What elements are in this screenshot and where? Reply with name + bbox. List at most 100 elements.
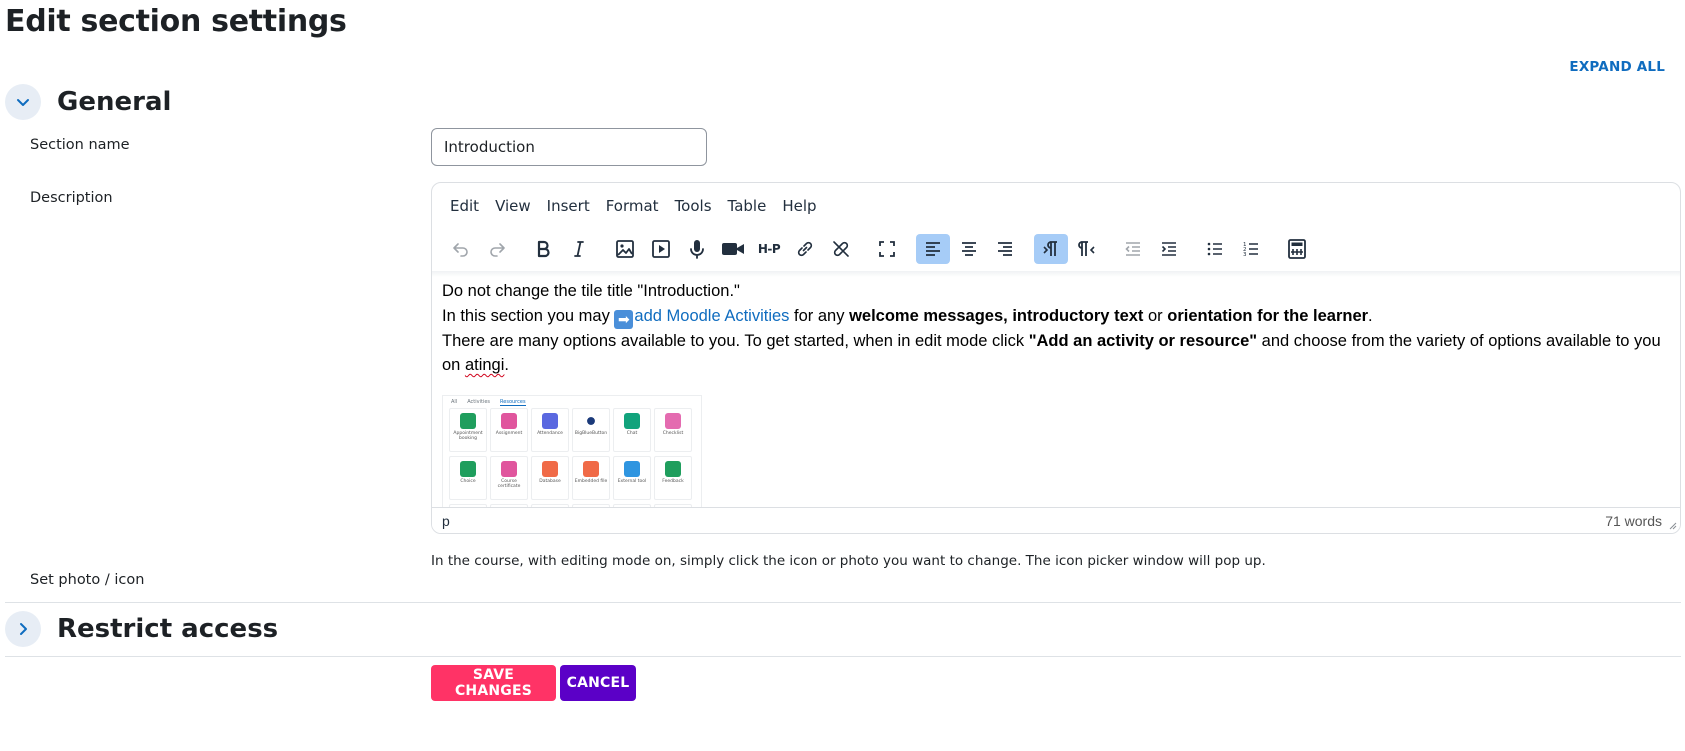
content-line-1: Do not change the tile title "Introducti… [442,282,740,300]
undo-icon[interactable] [444,234,478,264]
thumbnail-activity-tile: Assignment [490,408,528,452]
general-section-header[interactable]: General [5,84,171,120]
media-icon[interactable] [644,234,678,264]
content-text: There are many options available to you.… [442,331,1029,350]
content-text: . [504,356,509,374]
link-icon[interactable] [788,234,822,264]
thumbnail-activity-tile: Course certificate [490,456,528,500]
thumbnail-activity-tile: Choice [449,456,487,500]
unlink-icon[interactable] [824,234,858,264]
thumbnail-activity-tile: BigBlueButton [572,408,610,452]
menu-help[interactable]: Help [774,197,824,215]
activity-tile-name: Chat [626,431,638,436]
menu-format[interactable]: Format [598,197,667,215]
content-text: for any [789,306,850,325]
thumbnail-activity-tile: Feedback [654,456,692,500]
activity-tile-name: Checklist [662,431,684,436]
numbered-list-icon[interactable]: 123 [1234,234,1268,264]
video-camera-icon[interactable] [716,234,750,264]
activity-tile-icon [501,461,517,477]
add-moodle-activities-link[interactable]: add Moodle Activities [634,307,789,325]
activity-tile-name: Embedded file [574,479,608,484]
activity-chooser-screenshot[interactable]: All Activities Resources Appointment boo… [442,395,702,525]
activity-tile-name: Course certificate [497,479,521,489]
bullet-list-icon[interactable] [1198,234,1232,264]
section-name-label: Section name [30,137,130,153]
expand-all-link[interactable]: EXPAND ALL [1569,59,1665,75]
activity-tile-icon [624,413,640,429]
resize-handle-icon[interactable] [1667,520,1677,530]
menu-insert[interactable]: Insert [539,197,598,215]
editor-toolbar: H-P 1 2 3 [444,233,1316,265]
thumbnail-activity-tile: Database [531,456,569,500]
editor-content[interactable]: Do not change the tile title "Introducti… [442,279,1666,378]
italic-icon[interactable] [562,234,596,264]
activity-tile-name: Attendance [537,431,563,436]
set-photo-help-text: In the course, with editing mode on, sim… [431,553,1266,569]
thumbnail-tab-activities: Activities [467,399,491,405]
menu-table[interactable]: Table [720,197,775,215]
thumbnail-tabs: All Activities Resources [451,399,526,406]
menu-tools[interactable]: Tools [667,197,720,215]
align-left-icon[interactable] [916,234,950,264]
chevron-down-icon[interactable] [5,84,41,120]
align-center-icon[interactable] [952,234,986,264]
content-bold-text: "Add an activity or resource" [1028,331,1258,350]
redo-icon[interactable] [480,234,514,264]
misspelled-word: atingi [464,356,505,374]
activity-tile-name: Choice [460,479,476,484]
calculator-icon[interactable] [1280,234,1314,264]
activity-tile-name: Assignment [495,431,523,436]
svg-text:3: 3 [1243,252,1247,258]
page-title: Edit section settings [5,4,347,39]
activity-tile-icon [460,413,476,429]
activity-tile-icon [665,413,681,429]
ltr-icon[interactable] [1034,234,1068,264]
thumbnail-tab-all: All [451,399,458,405]
outdent-icon[interactable] [1116,234,1150,264]
activity-tile-name: Feedback [662,479,684,484]
restrict-access-section-header[interactable]: Restrict access [5,611,278,647]
menu-view[interactable]: View [487,197,539,215]
thumbnail-activity-tile: Appointment booking [449,408,487,452]
toolbar-shadow [432,271,1680,277]
indent-icon[interactable] [1152,234,1186,264]
description-editor[interactable]: Edit View Insert Format Tools Table Help [431,182,1681,534]
h5p-icon[interactable]: H-P [752,234,786,264]
activity-tile-name: Database [539,479,561,484]
editor-menubar: Edit View Insert Format Tools Table Help [442,197,825,215]
description-label: Description [30,190,113,206]
general-section-title: General [57,87,172,117]
image-icon[interactable] [608,234,642,264]
section-name-input[interactable] [431,128,707,166]
activity-tile-name: External tool [617,479,647,484]
activity-tile-icon [460,461,476,477]
content-line-2: In this section you may ➡ add Moodle Acti… [442,304,1666,329]
h5p-label: H-P [757,242,781,256]
fullscreen-icon[interactable] [870,234,904,264]
thumbnail-tab-resources: Resources [500,399,526,406]
save-changes-button[interactable]: SAVE CHANGES [431,665,556,701]
content-text: In this section you may [442,306,615,325]
restrict-access-title: Restrict access [57,614,279,644]
word-count[interactable]: 71 words [1605,513,1662,529]
content-bold-text: orientation for the learner [1167,306,1369,325]
microphone-icon[interactable] [680,234,714,264]
rtl-icon[interactable] [1070,234,1104,264]
set-photo-icon-label: Set photo / icon [30,572,145,588]
bold-icon[interactable] [526,234,560,264]
align-right-icon[interactable] [988,234,1022,264]
element-path[interactable]: p [442,513,450,529]
activity-tile-icon [583,413,599,429]
thumbnail-activity-tile: External tool [613,456,651,500]
chevron-right-icon[interactable] [5,611,41,647]
activity-tile-name: BigBlueButton [574,431,608,436]
thumbnail-activity-tile: Chat [613,408,651,452]
menu-edit[interactable]: Edit [442,197,487,215]
cancel-button[interactable]: CANCEL [560,665,636,701]
thumbnail-activity-tile: Embedded file [572,456,610,500]
content-line-3: There are many options available to you.… [442,329,1666,378]
activity-tile-icon [542,413,558,429]
activity-tile-icon [665,461,681,477]
content-text: . [1368,306,1373,325]
